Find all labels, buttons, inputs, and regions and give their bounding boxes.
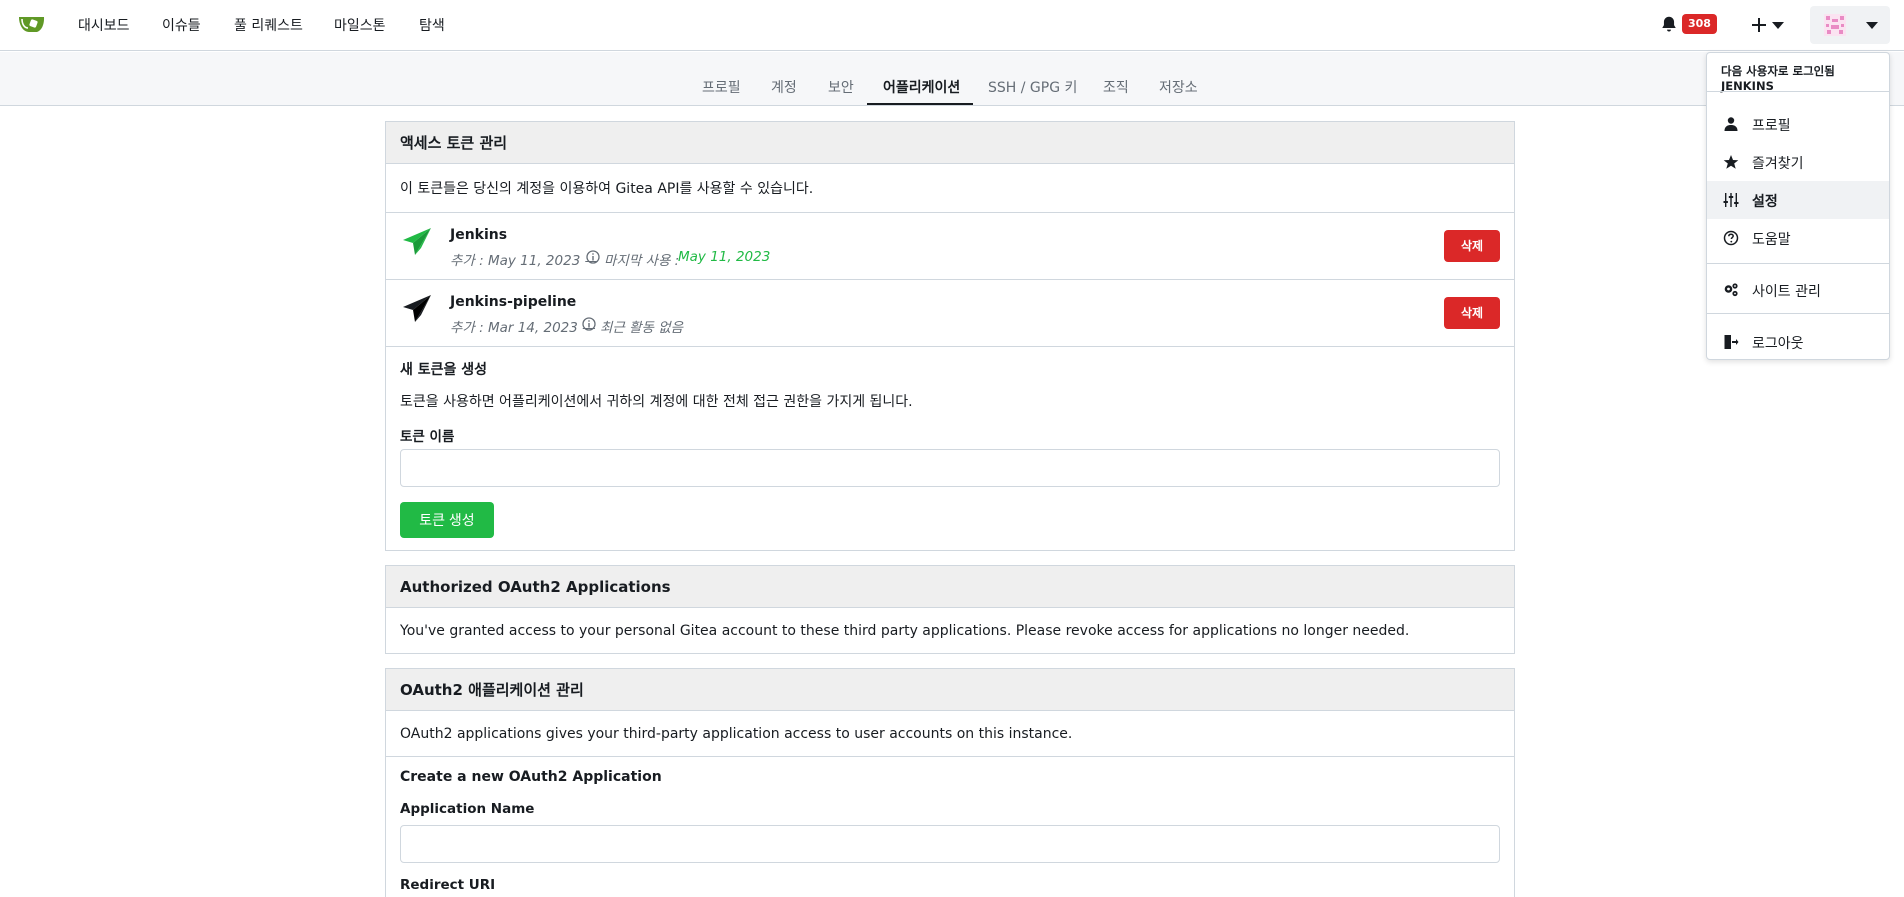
token-name-label: 토큰 이름 [400,429,455,445]
token-name: Jenkins [450,227,508,243]
menu-item-label: 사이트 관리 [1752,284,1821,300]
token-row: Jenkins 추가 : May 11, 2023 — 마지막 사용 : May… [386,212,1514,279]
settings-tab-bar: 프로필 계정 보안 어플리케이션 SSH / GPG 키 조직 저장소 [0,52,1904,106]
nav-milestones[interactable]: 마일스톤 [334,15,386,35]
create-new-menu[interactable] [1750,14,1790,36]
token-row: Jenkins-pipeline 추가 : Mar 14, 2023 — 최근 … [386,279,1514,346]
menu-item-profile[interactable]: 프로필 [1707,105,1889,143]
redirect-uri-label: Redirect URI [400,877,496,893]
application-name-label: Application Name [400,801,535,817]
signed-in-as-header: 다음 사용자로 로그인됨 JENKINS [1721,64,1835,93]
authorized-oauth2-title: Authorized OAuth2 Applications [386,566,1514,608]
bell-icon[interactable] [1660,15,1678,33]
tab-profile[interactable]: 프로필 [702,77,741,97]
tab-security[interactable]: 보안 [828,77,854,97]
oauth2-apps-description: OAuth2 applications gives your third-par… [400,726,1073,742]
info-icon [582,317,596,331]
tab-account[interactable]: 계정 [771,77,797,97]
oauth2-apps-title: OAuth2 애플리케이션 관리 [386,669,1514,711]
top-navbar: 대시보드 이슈들 풀 리퀘스트 마일스톤 탐색 308 [0,0,1904,51]
access-tokens-panel: 액세스 토큰 관리 이 토큰들은 당신의 계정을 이용하여 Gitea API를… [385,121,1515,551]
new-token-form: 새 토큰을 생성 토큰을 사용하면 어플리케이션에서 귀하의 계정에 대한 전체… [386,346,1514,551]
oauth2-apps-panel: OAuth2 애플리케이션 관리 OAuth2 applications giv… [385,668,1515,897]
chevron-down-icon [1772,22,1784,29]
menu-item-help[interactable]: 도움말 [1707,219,1889,257]
new-oauth2-app-form: Create a new OAuth2 Application Applicat… [386,756,1514,897]
gears-icon [1724,283,1738,297]
avatar [1824,14,1846,36]
tab-applications[interactable]: 어플리케이션 [883,77,960,97]
sliders-icon [1723,193,1739,207]
new-token-title: 새 토큰을 생성 [400,362,488,378]
person-icon [1724,117,1738,131]
user-menu-button[interactable] [1810,6,1890,44]
menu-item-label: 로그아웃 [1752,336,1804,352]
authorized-oauth2-panel: Authorized OAuth2 Applications You've gr… [385,565,1515,654]
token-last-used-label: 마지막 사용 : [604,253,680,269]
info-icon [586,250,600,264]
menu-item-sign-out[interactable]: 로그아웃 [1707,323,1889,361]
menu-item-label: 프로필 [1752,118,1791,134]
generate-token-button[interactable]: 토큰 생성 [400,502,494,538]
menu-item-starred[interactable]: 즐겨찾기 [1707,143,1889,181]
active-tab-indicator [867,103,973,105]
paper-plane-icon [403,228,431,255]
token-name-input[interactable] [400,449,1500,487]
menu-item-label: 도움말 [1752,232,1791,248]
tab-ssh-gpg-keys[interactable]: SSH / GPG 키 [988,77,1077,97]
gitea-logo-icon[interactable] [18,13,46,35]
token-added-date: 추가 : Mar 14, 2023 — [450,320,596,336]
nav-explore[interactable]: 탐색 [419,15,445,35]
chevron-down-icon [1866,22,1878,29]
menu-item-label: 설정 [1752,194,1778,210]
tab-organizations[interactable]: 조직 [1103,77,1129,97]
token-last-activity: 최근 활동 없음 [600,320,684,336]
nav-dashboard[interactable]: 대시보드 [78,15,130,35]
paper-plane-icon [403,295,431,322]
menu-divider [1707,91,1889,92]
delete-token-button[interactable]: 삭제 [1444,230,1500,262]
authorized-oauth2-description: You've granted access to your personal G… [400,623,1410,639]
menu-item-label: 즐겨찾기 [1752,156,1804,172]
nav-pull-requests[interactable]: 풀 리퀘스트 [234,15,303,35]
tab-repositories[interactable]: 저장소 [1159,77,1198,97]
plus-icon [1752,18,1766,32]
help-icon [1723,230,1739,246]
token-name: Jenkins-pipeline [450,294,577,310]
notification-count-badge[interactable]: 308 [1682,14,1717,34]
menu-item-settings[interactable]: 설정 [1707,181,1889,219]
access-tokens-title: 액세스 토큰 관리 [386,122,1514,164]
menu-divider [1707,263,1889,264]
star-icon [1723,155,1739,169]
access-tokens-description: 이 토큰들은 당신의 계정을 이용하여 Gitea API를 사용할 수 있습니… [400,181,814,197]
menu-item-site-admin[interactable]: 사이트 관리 [1707,271,1889,309]
application-name-input[interactable] [400,825,1500,863]
create-oauth2-app-title: Create a new OAuth2 Application [400,769,662,785]
new-token-description: 토큰을 사용하면 어플리케이션에서 귀하의 계정에 대한 전체 접근 권한을 가… [400,394,913,410]
sign-out-icon [1724,335,1739,349]
token-last-used-date: May 11, 2023 [678,249,771,265]
nav-issues[interactable]: 이슈들 [162,15,201,35]
user-dropdown-menu: 다음 사용자로 로그인됨 JENKINS 프로필 즐겨찾기 설정 도움말 사이트… [1706,52,1890,360]
delete-token-button[interactable]: 삭제 [1444,297,1500,329]
menu-divider [1707,313,1889,314]
token-added-date: 추가 : May 11, 2023 — [450,253,599,269]
